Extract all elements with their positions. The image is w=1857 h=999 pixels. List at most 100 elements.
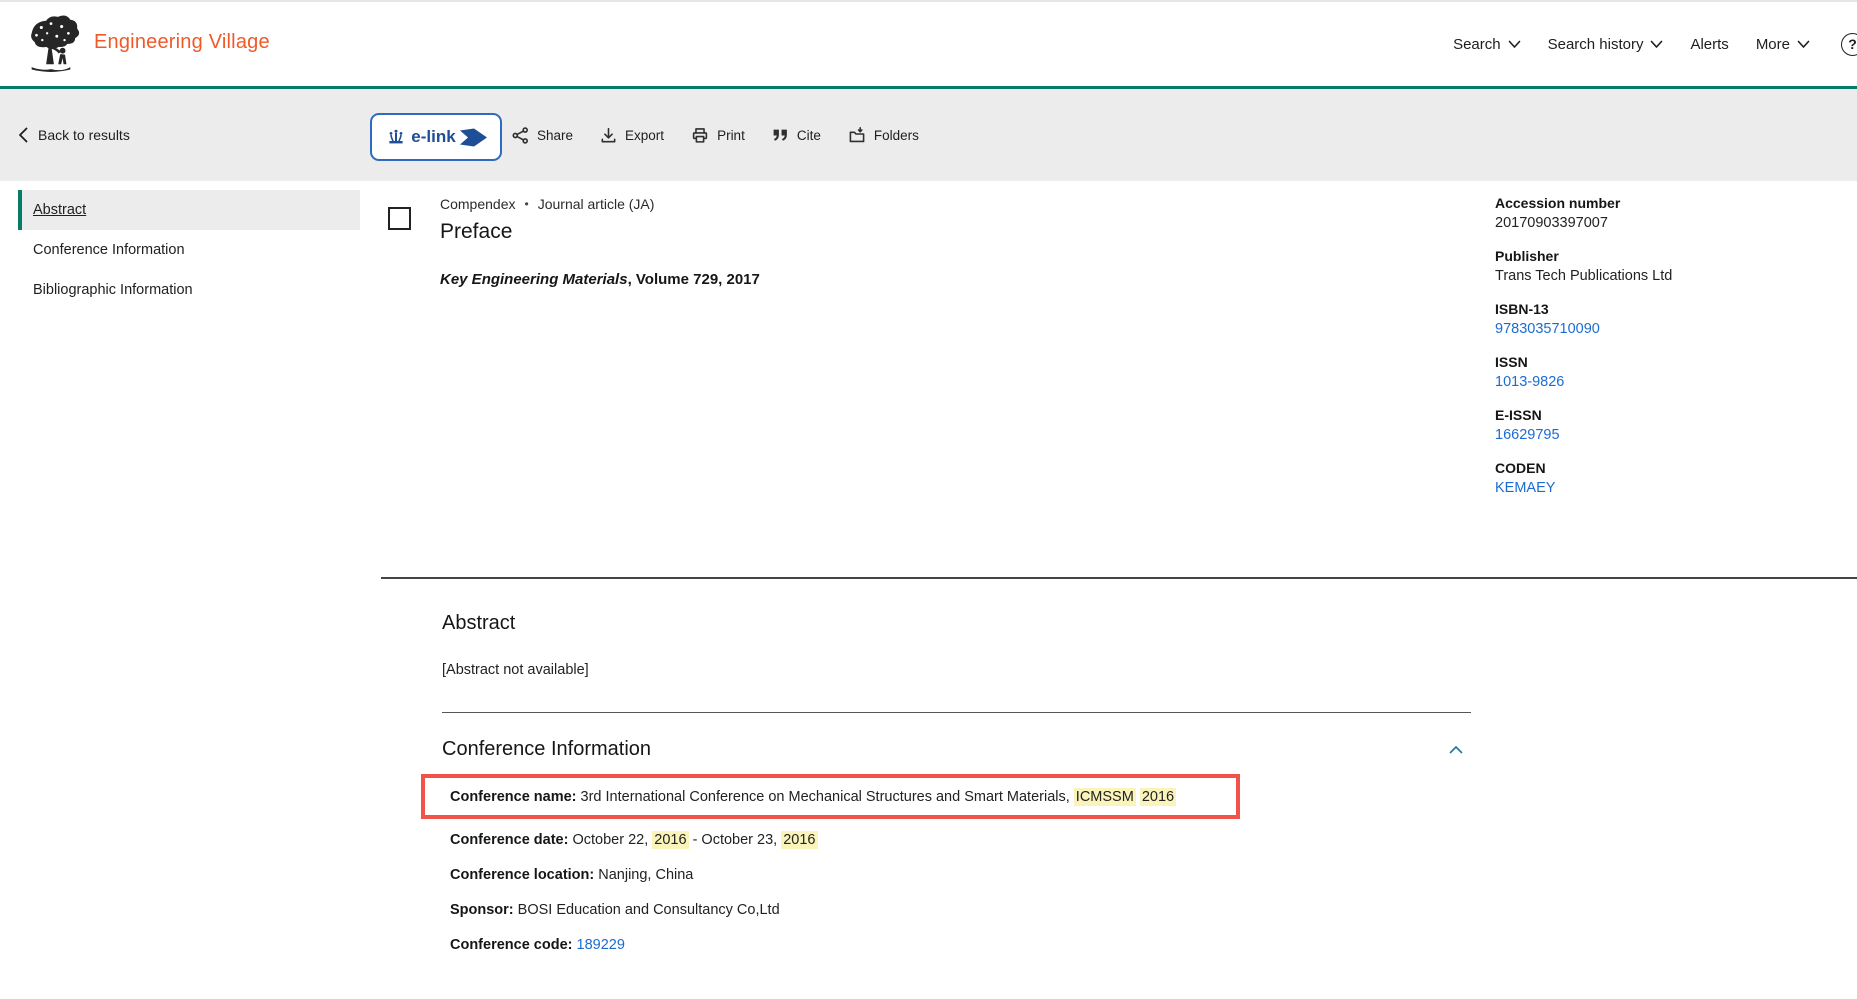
print-icon <box>691 127 709 144</box>
database-label: Compendex <box>440 196 516 212</box>
header: Engineering Village Search Search history… <box>0 2 1857 86</box>
help-circle-icon[interactable]: ? <box>1841 33 1857 56</box>
conference-field-value: Nanjing, China <box>594 867 693 883</box>
record-details-panel: Accession number 20170903397007 Publisher T… <box>1495 195 1840 513</box>
nav-item-label: Search <box>1453 36 1501 53</box>
nav-item-search[interactable]: Search <box>1453 36 1521 53</box>
folders-icon <box>848 127 866 144</box>
chevron-up-icon <box>1449 745 1463 754</box>
action-label: Print <box>717 128 745 143</box>
folders-button[interactable]: Folders <box>848 127 919 144</box>
crown-icon <box>385 128 407 146</box>
nav-item-more[interactable]: More <box>1756 36 1810 53</box>
highlighted-term: 2016 <box>781 831 817 849</box>
print-button[interactable]: Print <box>691 127 745 144</box>
share-button[interactable]: Share <box>512 127 573 144</box>
cite-button[interactable]: Cite <box>772 128 821 143</box>
sidebar-item-bibliographic-information[interactable]: Bibliographic Information <box>18 270 360 310</box>
conference-field-label: Conference code: <box>450 937 572 953</box>
detail-pair: Publisher Trans Tech Publications Ltd <box>1495 248 1840 284</box>
detail-value: Trans Tech Publications Ltd <box>1495 268 1840 284</box>
sidebar-item-conference-information[interactable]: Conference Information <box>18 230 360 270</box>
source-citation: Key Engineering Materials, Volume 729, 2… <box>440 271 760 288</box>
record-header: Compendex • Journal article (JA) Preface… <box>440 196 760 288</box>
detail-label: Publisher <box>1495 248 1840 264</box>
action-label: Export <box>625 128 664 143</box>
export-button[interactable]: Export <box>600 127 664 144</box>
detail-value-link[interactable]: 16629795 <box>1495 427 1840 443</box>
record-title: Preface <box>440 220 760 244</box>
detail-label: ISBN-13 <box>1495 301 1840 317</box>
nav-item-label: More <box>1756 36 1790 53</box>
chevron-down-icon <box>1797 40 1810 49</box>
detail-label: Accession number <box>1495 195 1840 211</box>
brand[interactable]: Engineering Village <box>22 12 270 72</box>
top-navigation: Search Search history Alerts More ? <box>1453 2 1857 86</box>
nav-item-search-history[interactable]: Search history <box>1548 36 1664 53</box>
back-to-results-label: Back to results <box>38 127 130 143</box>
section-nav-sidebar: AbstractConference InformationBibliograp… <box>18 190 360 310</box>
detail-value-link[interactable]: KEMAEY <box>1495 480 1840 496</box>
help-label: ? <box>1848 36 1857 52</box>
arrow-right-icon <box>460 128 487 147</box>
abstract-body: [Abstract not available] <box>442 662 589 678</box>
engineering-village-record-page: Engineering Village Search Search history… <box>0 0 1857 999</box>
elink-label: e-link <box>411 127 455 147</box>
detail-pair: E-ISSN 16629795 <box>1495 407 1840 443</box>
detail-pair: CODEN KEMAEY <box>1495 460 1840 496</box>
cite-icon <box>772 128 789 143</box>
section-divider <box>442 712 1471 713</box>
export-icon <box>600 127 617 144</box>
action-label: Cite <box>797 128 821 143</box>
record-meta: Compendex • Journal article (JA) <box>440 196 760 212</box>
detail-label: ISSN <box>1495 354 1840 370</box>
conference-name-highlight-box: Conference name: 3rd International Confe… <box>421 774 1240 819</box>
toolbar-actions: Share Export Print Cite Folders <box>512 127 919 144</box>
doc-type-label: Journal article (JA) <box>538 196 655 212</box>
conference-field-label: Sponsor: <box>450 902 514 918</box>
record-toolbar: Back to results e-link Share Export Print C… <box>0 86 1857 181</box>
collapse-section-button[interactable] <box>1441 741 1471 758</box>
elsevier-tree-icon <box>22 12 80 72</box>
conference-code-link[interactable]: 189229 <box>577 937 625 953</box>
nav-item-alerts[interactable]: Alerts <box>1690 36 1728 53</box>
detail-pair: ISSN 1013-9826 <box>1495 354 1840 390</box>
detail-label: CODEN <box>1495 460 1840 476</box>
conference-field-value: BOSI Education and Consultancy Co,Ltd <box>514 902 780 918</box>
journal-title: Key Engineering Materials <box>440 271 628 288</box>
detail-value-link[interactable]: 1013-9826 <box>1495 374 1840 390</box>
conference-section-header: Conference Information <box>442 738 1471 761</box>
conference-field-label: Conference name: <box>450 789 577 805</box>
conference-field-label: Conference location: <box>450 867 594 883</box>
action-label: Share <box>537 128 573 143</box>
conference-field-label: Conference date: <box>450 832 568 848</box>
detail-label: E-ISSN <box>1495 407 1840 423</box>
detail-pair: ISBN-13 9783035710090 <box>1495 301 1840 337</box>
elink-button[interactable]: e-link <box>370 113 502 161</box>
back-to-results-button[interactable]: Back to results <box>18 127 130 143</box>
abstract-heading: Abstract <box>442 612 515 635</box>
chevron-left-icon <box>18 127 28 143</box>
detail-pair: Accession number 20170903397007 <box>1495 195 1840 231</box>
bullet-separator: • <box>525 197 529 211</box>
chevron-down-icon <box>1650 40 1663 49</box>
highlighted-term: ICMSSM <box>1074 788 1136 806</box>
highlighted-term: 2016 <box>1140 788 1176 806</box>
conference-info-row: Sponsor: BOSI Education and Consultancy … <box>450 899 1350 921</box>
nav-item-label: Alerts <box>1690 36 1728 53</box>
conference-info-row: Conference location: Nanjing, China <box>450 864 1350 886</box>
share-icon <box>512 127 529 144</box>
conference-name-row: Conference name: 3rd International Confe… <box>450 786 1176 808</box>
conference-info-rows: Conference date: October 22, 2016 - Octo… <box>450 829 1350 969</box>
conference-field-value: 3rd International Conference on Mechanic… <box>577 789 1074 805</box>
brand-title: Engineering Village <box>94 31 270 54</box>
highlighted-term: 2016 <box>652 831 688 849</box>
conference-field-value: October 22, <box>568 832 652 848</box>
conference-info-row: Conference date: October 22, 2016 - Octo… <box>450 829 1350 851</box>
sidebar-item-abstract[interactable]: Abstract <box>18 190 360 230</box>
detail-value: 20170903397007 <box>1495 215 1840 231</box>
conference-field-value: - October 23, <box>689 832 782 848</box>
detail-value-link[interactable]: 9783035710090 <box>1495 321 1840 337</box>
section-divider <box>381 577 1857 579</box>
record-select-checkbox[interactable] <box>388 207 411 230</box>
